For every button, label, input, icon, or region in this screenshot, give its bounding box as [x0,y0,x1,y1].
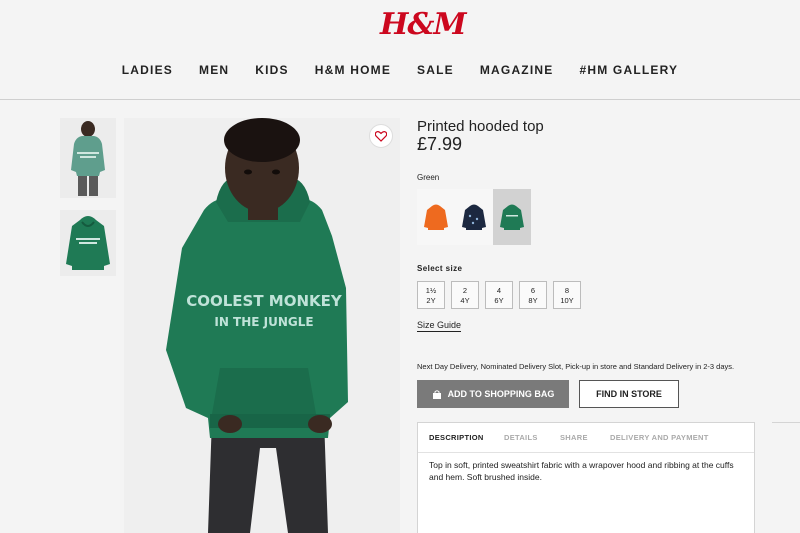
find-in-store-button[interactable]: FIND IN STORE [579,380,679,408]
size-year-label: 8Y [528,296,538,305]
product-main-image[interactable]: COOLEST MONKEY IN THE JUNGLE [124,118,400,533]
tab-details[interactable]: DETAILS [504,433,538,442]
size-age-label: 2 [462,286,468,295]
size-option-6y[interactable]: 4 6Y [485,281,513,309]
hoodie-print-line-2: IN THE JUNGLE [214,315,313,329]
nav-magazine[interactable]: MAGAZINE [480,62,554,78]
tab-description[interactable]: DESCRIPTION [429,433,484,442]
tab-share[interactable]: SHARE [560,433,588,442]
size-option-10y[interactable]: 8 10Y [553,281,581,309]
favourite-button[interactable] [369,124,393,148]
select-size-label: Select size [417,264,463,273]
nav-hm-home[interactable]: H&M HOME [315,62,391,78]
size-year-label: 6Y [494,296,504,305]
hm-logo[interactable]: H&M [380,8,467,42]
nav-ladies[interactable]: LADIES [122,62,173,78]
size-option-8y[interactable]: 6 8Y [519,281,547,309]
navy-hoodie-icon [462,204,486,230]
size-year-label: 2Y [426,296,436,305]
size-year-label: 4Y [460,296,470,305]
swatch-orange[interactable] [417,189,455,245]
orange-hoodie-icon [424,204,448,230]
thumbnail-product[interactable] [60,210,116,276]
nav-hm-gallery[interactable]: #HM GALLERY [579,62,678,78]
selected-color-name: Green [417,173,440,182]
nav-sale[interactable]: SALE [417,62,454,78]
nav-men[interactable]: MEN [199,62,229,78]
nav-kids[interactable]: KIDS [255,62,288,78]
delivery-info: Next Day Delivery, Nominated Delivery Sl… [417,362,735,371]
shopping-bag-icon [432,389,441,399]
size-year-label: 10Y [560,296,574,305]
divider [772,422,800,423]
add-to-bag-label: ADD TO SHOPPING BAG [447,389,555,399]
swatch-navy[interactable] [455,189,493,245]
main-nav: LADIES MEN KIDS H&M HOME SALE MAGAZINE #… [0,62,800,78]
thumbnail-model-image [60,118,116,198]
size-guide-link[interactable]: Size Guide [417,320,462,332]
thumbnail-model[interactable] [60,118,116,198]
product-price: £7.99 [417,134,463,154]
size-age-label: 1½ [425,286,437,295]
product-title: Printed hooded top [417,118,544,135]
description-text: Top in soft, printed sweatshirt fabric w… [429,460,734,482]
tab-delivery-and-payment[interactable]: DELIVERY AND PAYMENT [610,433,709,442]
tab-row: DESCRIPTION DETAILS SHARE DELIVERY AND P… [418,423,754,453]
size-age-label: 6 [530,286,536,295]
product-page: H&M LADIES MEN KIDS H&M HOME SALE MAGAZI… [0,0,800,533]
size-age-label: 4 [496,286,502,295]
green-hoodie-icon [500,204,524,230]
product-info-tabs: DESCRIPTION DETAILS SHARE DELIVERY AND P… [417,422,755,533]
hoodie-print-line-1: COOLEST MONKEY [186,292,343,310]
thumbnail-product-image [60,210,116,276]
size-age-label: 8 [564,286,570,295]
size-option-2y[interactable]: 1½ 2Y [417,281,445,309]
heart-icon [375,130,387,142]
add-to-bag-button[interactable]: ADD TO SHOPPING BAG [417,380,569,408]
swatch-green[interactable] [493,189,531,245]
size-option-4y[interactable]: 2 4Y [451,281,479,309]
model-photo: COOLEST MONKEY IN THE JUNGLE [124,118,400,533]
site-header: H&M LADIES MEN KIDS H&M HOME SALE MAGAZI… [0,0,800,100]
